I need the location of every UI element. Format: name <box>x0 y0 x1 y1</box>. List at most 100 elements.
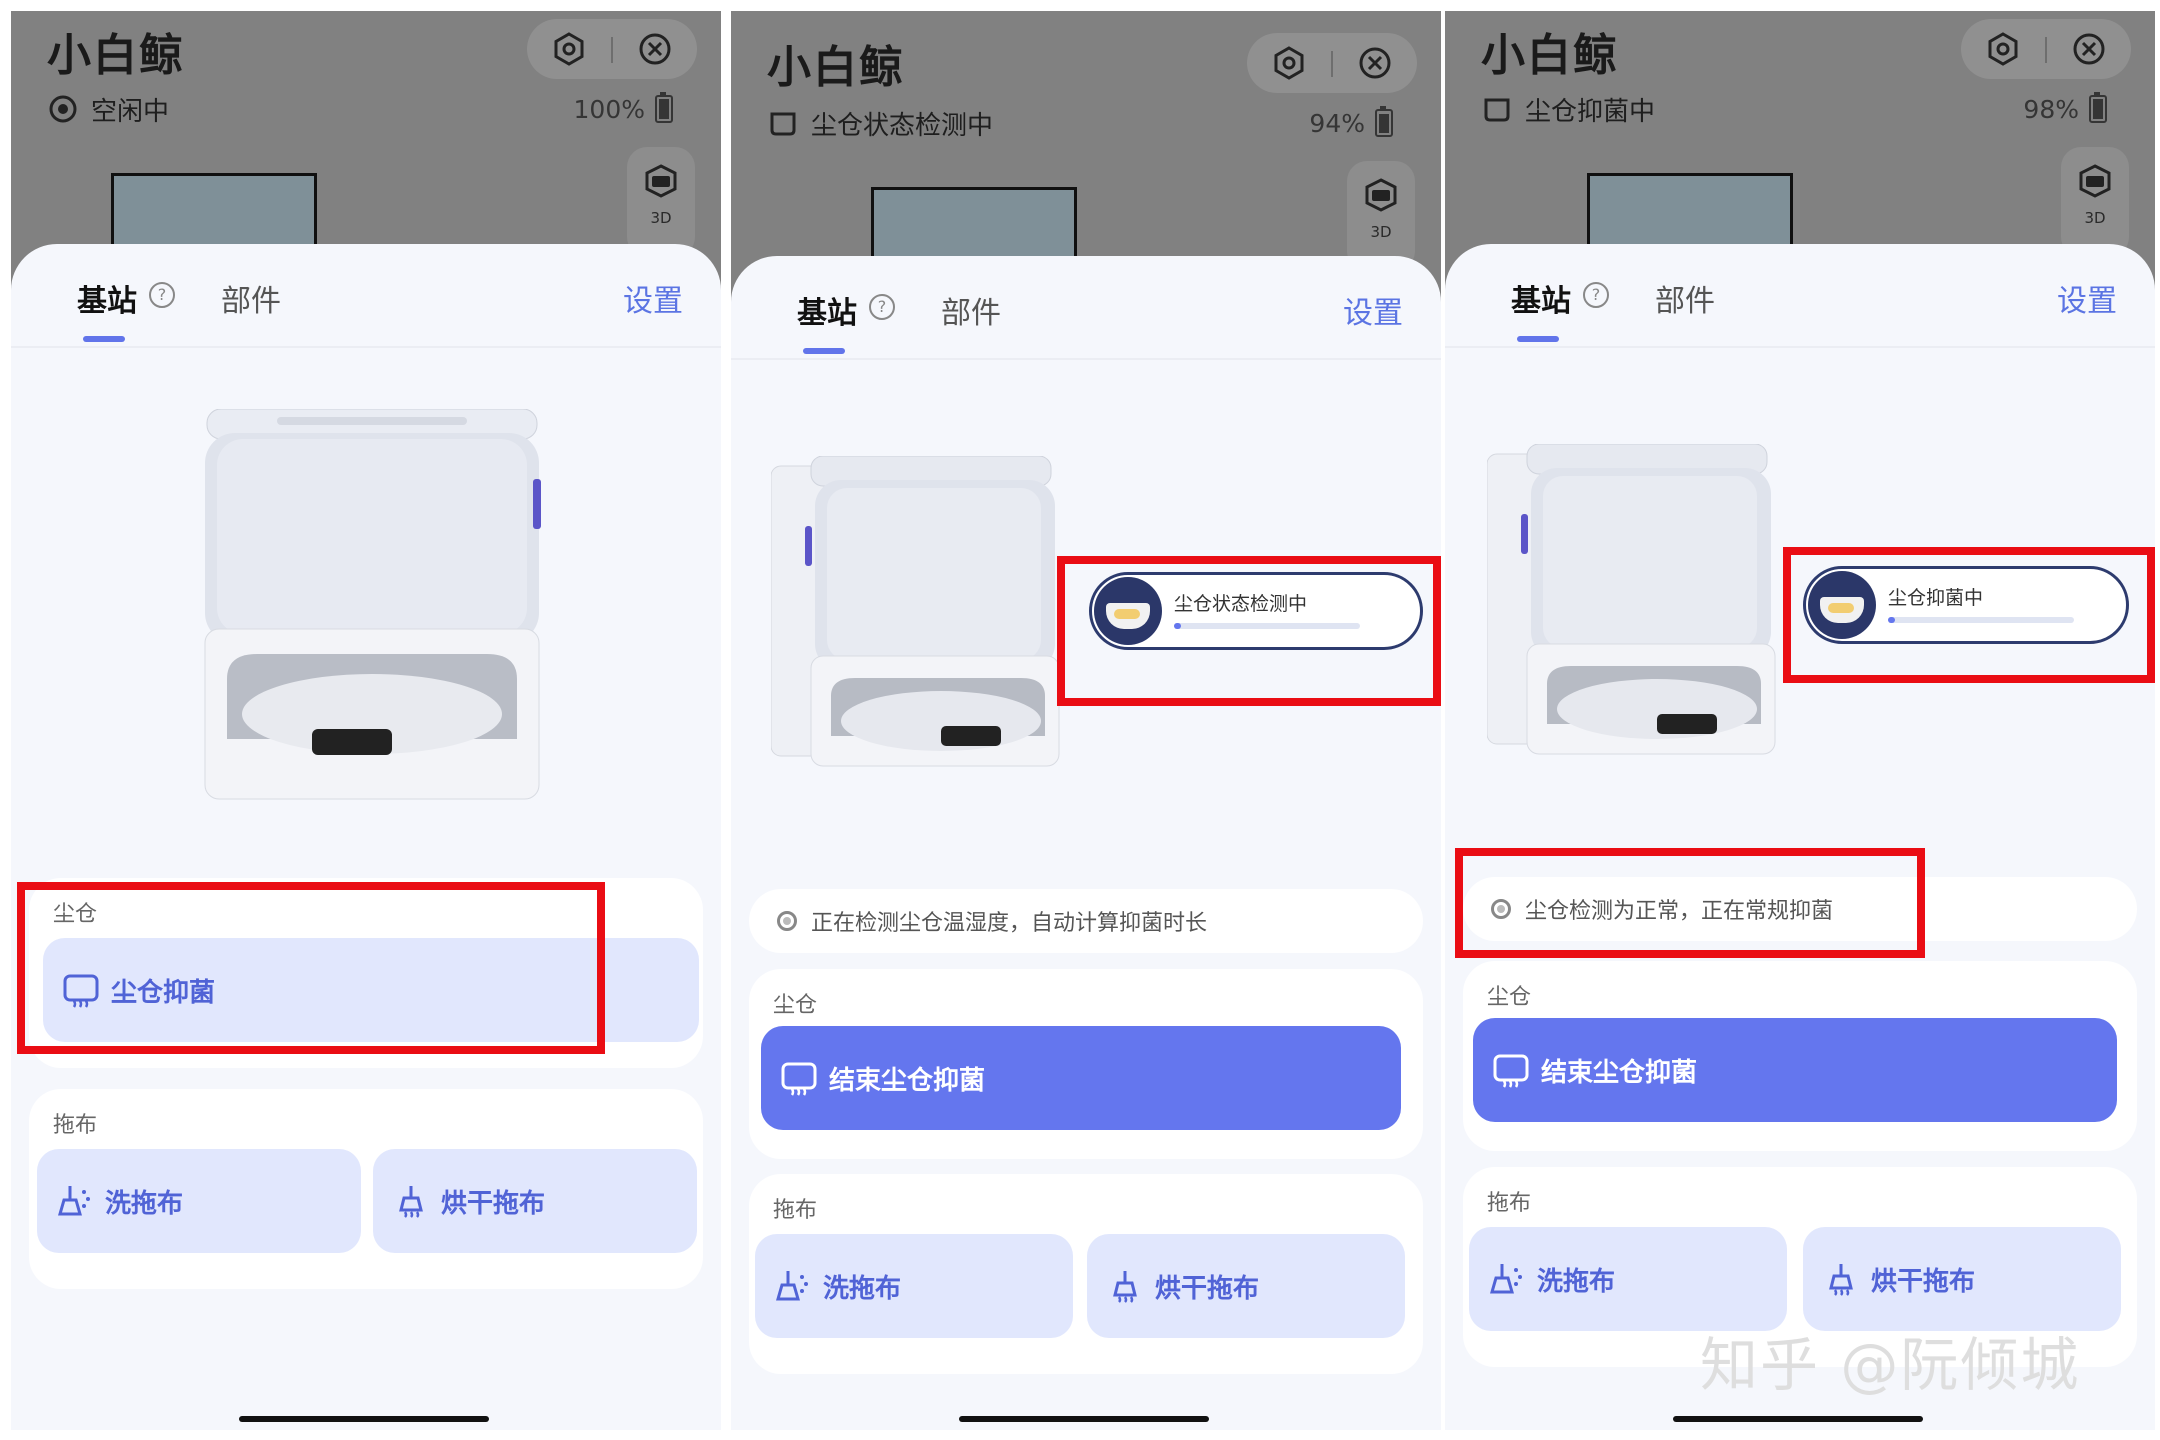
dry-mop-icon <box>1821 1259 1861 1299</box>
tab-parts[interactable]: 部件 <box>1655 276 1715 320</box>
3d-view-button[interactable]: 3D <box>627 147 695 257</box>
wash-mop-icon <box>55 1181 95 1221</box>
dry-mop-label: 烘干拖布 <box>1155 1273 1260 1304</box>
dry-mop-label: 烘干拖布 <box>441 1188 546 1219</box>
capsule-divider <box>611 37 613 63</box>
dry-mop-button[interactable]: 烘干拖布 <box>373 1149 697 1253</box>
base-station-image <box>1486 443 1777 768</box>
mini-program-capsule <box>1247 33 1417 93</box>
mop-label: 拖布 <box>53 1113 98 1138</box>
help-icon[interactable]: ? <box>1583 282 1609 308</box>
app-title: 小白鲸 <box>767 42 905 93</box>
close-icon[interactable] <box>635 29 675 69</box>
status-text: 尘仓抑菌中 <box>1525 96 1656 127</box>
base-station-sheet: 基站 ? 部件 设置 尘仓 尘仓抑菌 拖布 洗拖布 烘干拖布 <box>11 244 721 1430</box>
base-station-image <box>770 455 1061 780</box>
3d-cube-icon <box>641 161 681 201</box>
help-icon[interactable]: ? <box>149 282 175 308</box>
settings-link[interactable]: 设置 <box>623 276 683 320</box>
dust-bin-icon <box>779 1058 819 1098</box>
dry-mop-label: 烘干拖布 <box>1871 1266 1976 1297</box>
more-options-icon[interactable] <box>549 29 589 69</box>
dust-bin-icon <box>1491 1050 1531 1090</box>
screenshot-panel-1: 小白鲸 空闲中 100% 3D 基站 ? 部件 设置 尘仓 尘仓抑菌 拖布 洗拖… <box>11 11 721 1430</box>
app-title: 小白鲸 <box>1481 30 1619 81</box>
3d-label: 3D <box>2084 209 2106 227</box>
home-indicator <box>239 1416 489 1422</box>
dry-mop-icon <box>391 1181 431 1221</box>
battery-fill <box>659 99 669 119</box>
dust-bin-label: 尘仓 <box>773 993 818 1018</box>
capsule-divider <box>2045 37 2047 63</box>
tab-base-station[interactable]: 基站 <box>1511 276 1571 320</box>
help-icon[interactable]: ? <box>869 294 895 320</box>
end-dust-bin-button-label: 结束尘仓抑菌 <box>829 1065 986 1096</box>
tab-bar: 基站 ? 部件 设置 <box>1445 244 2155 348</box>
close-icon[interactable] <box>1355 43 1395 83</box>
mop-label: 拖布 <box>773 1198 818 1223</box>
battery-percent: 94% <box>1309 108 1365 138</box>
watermark-text: 知乎 @阮倾城 <box>1700 1331 2081 1399</box>
3d-cube-icon <box>1361 175 1401 215</box>
mini-program-capsule <box>1961 19 2131 79</box>
battery-indicator: 94% <box>1309 103 1393 143</box>
more-options-icon[interactable] <box>1269 43 1309 83</box>
app-title: 小白鲸 <box>47 30 185 81</box>
dust-bin-card: 尘仓 结束尘仓抑菌 <box>1463 961 2137 1151</box>
3d-view-button[interactable]: 3D <box>2061 147 2129 257</box>
status-hint: 正在检测尘仓温湿度，自动计算抑菌时长 <box>749 889 1423 953</box>
end-dust-bin-sterilize-button[interactable]: 结束尘仓抑菌 <box>761 1026 1401 1130</box>
wash-mop-button[interactable]: 洗拖布 <box>1469 1227 1787 1331</box>
screenshot-panel-3: 小白鲸 尘仓抑菌中 98% 3D 基站 ? 部件 设置 尘仓抑菌中 尘仓检测为正… <box>1445 11 2155 1430</box>
3d-view-button[interactable]: 3D <box>1347 161 1415 271</box>
battery-icon <box>1375 106 1393 137</box>
status-text: 空闲中 <box>91 96 170 127</box>
close-icon[interactable] <box>2069 29 2109 69</box>
tab-parts[interactable]: 部件 <box>941 288 1001 332</box>
wash-mop-label: 洗拖布 <box>1537 1266 1616 1297</box>
highlight-box <box>1783 547 2155 683</box>
battery-icon <box>2089 92 2107 123</box>
battery-percent: 100% <box>573 94 645 124</box>
settings-link[interactable]: 设置 <box>2057 276 2117 320</box>
highlight-box <box>1455 848 1925 958</box>
more-options-icon[interactable] <box>1983 29 2023 69</box>
tab-base-station[interactable]: 基站 <box>797 288 857 332</box>
dry-mop-button[interactable]: 烘干拖布 <box>1087 1234 1405 1338</box>
tab-parts[interactable]: 部件 <box>221 276 281 320</box>
wash-mop-button[interactable]: 洗拖布 <box>755 1234 1073 1338</box>
home-indicator <box>959 1416 1209 1422</box>
wash-mop-label: 洗拖布 <box>823 1273 902 1304</box>
battery-fill <box>2093 99 2103 119</box>
end-dust-bin-sterilize-button[interactable]: 结束尘仓抑菌 <box>1473 1018 2117 1122</box>
dry-mop-icon <box>1105 1266 1145 1306</box>
3d-cube-icon <box>2075 161 2115 201</box>
mop-label: 拖布 <box>1487 1191 1532 1216</box>
wash-mop-icon <box>1487 1259 1527 1299</box>
robot-status: 尘仓状态检测中 <box>767 103 993 143</box>
home-indicator <box>1673 1416 1923 1422</box>
battery-icon <box>655 92 673 123</box>
3d-label: 3D <box>650 209 672 227</box>
mini-program-capsule <box>527 19 697 79</box>
info-ring-icon <box>777 911 797 931</box>
robot-status: 空闲中 <box>47 89 169 129</box>
battery-indicator: 98% <box>2023 89 2107 129</box>
base-station-sheet: 基站 ? 部件 设置 尘仓状态检测中 正在检测尘仓温湿度，自动计算抑菌时长 尘仓… <box>731 256 1441 1430</box>
active-tab-indicator <box>1517 336 1559 342</box>
dry-mop-button[interactable]: 烘干拖布 <box>1803 1227 2121 1331</box>
wash-mop-button[interactable]: 洗拖布 <box>37 1149 361 1253</box>
status-text: 尘仓状态检测中 <box>811 110 994 141</box>
capsule-divider <box>1331 51 1333 77</box>
tab-bar: 基站 ? 部件 设置 <box>731 256 1441 360</box>
tab-base-station[interactable]: 基站 <box>77 276 137 320</box>
screenshot-panel-2: 小白鲸 尘仓状态检测中 94% 3D 基站 ? 部件 设置 尘仓状态检测中 正在… <box>731 11 1441 1430</box>
base-station-image <box>187 408 547 813</box>
highlight-box <box>1057 556 1441 706</box>
wash-mop-label: 洗拖布 <box>105 1188 184 1219</box>
settings-link[interactable]: 设置 <box>1343 288 1403 332</box>
wash-mop-icon <box>773 1266 813 1306</box>
3d-label: 3D <box>1370 223 1392 241</box>
battery-percent: 98% <box>2023 94 2079 124</box>
active-tab-indicator <box>83 336 125 342</box>
